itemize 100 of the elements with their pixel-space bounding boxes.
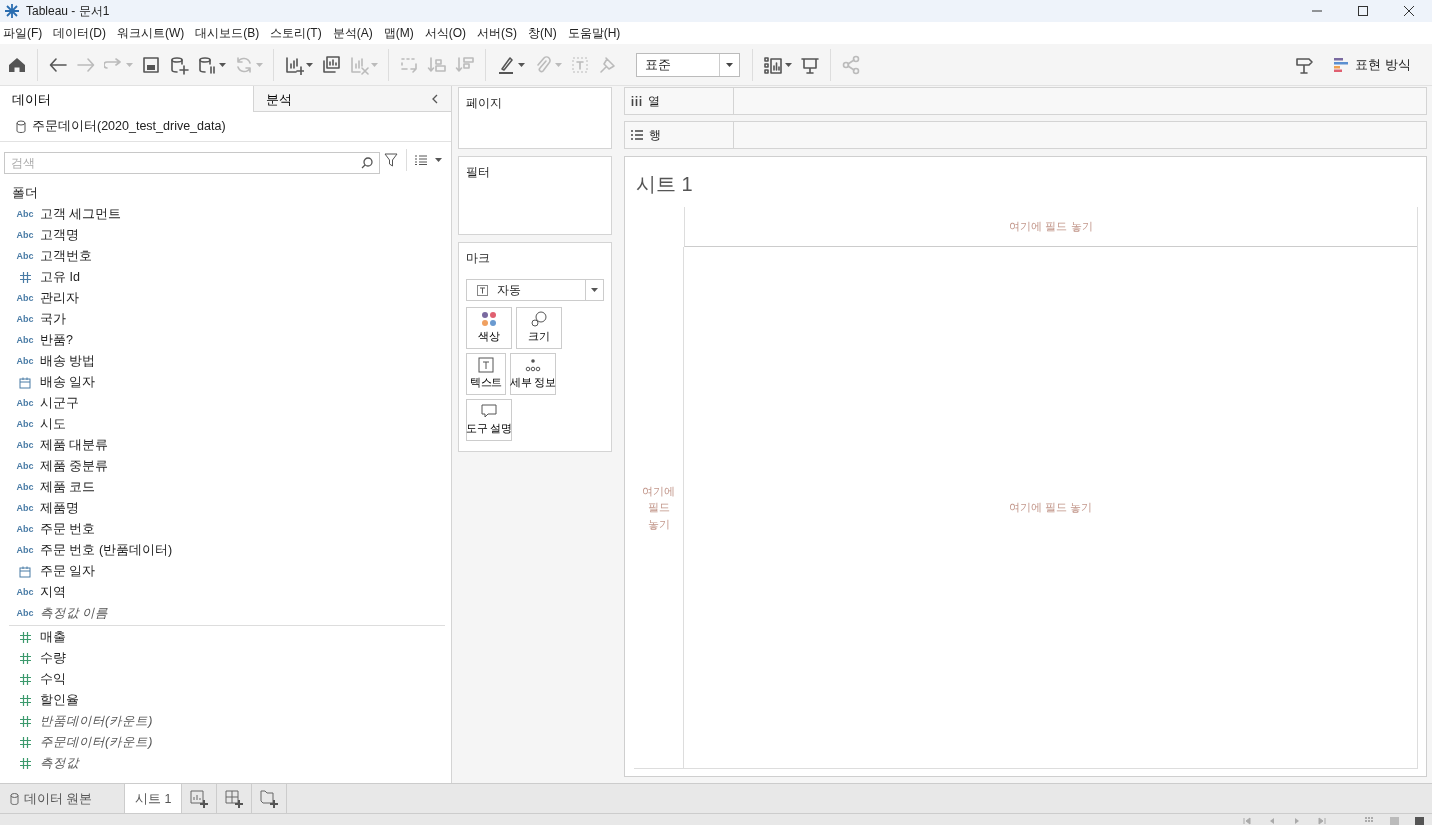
field-label[interactable]: 수량 bbox=[40, 649, 66, 668]
menu-item[interactable]: 워크시트(W) bbox=[114, 24, 193, 42]
field-label[interactable]: 주문 번호 bbox=[40, 520, 96, 539]
mark-property-button[interactable]: 색상 bbox=[466, 307, 512, 349]
card-title: 필터 bbox=[466, 165, 490, 179]
menu-item[interactable]: 파일(F) bbox=[0, 24, 51, 42]
number-type-icon bbox=[19, 758, 31, 769]
data-source-name[interactable]: 주문데이터(2020_test_drive_data) bbox=[32, 117, 226, 136]
menu-item[interactable]: 스토리(T) bbox=[267, 24, 330, 42]
field-label[interactable]: 매출 bbox=[40, 628, 66, 647]
mark-property-button[interactable]: 크기 bbox=[516, 307, 562, 349]
search-icon bbox=[361, 157, 373, 169]
database-icon bbox=[16, 119, 26, 134]
close-icon[interactable] bbox=[1403, 5, 1415, 17]
field-label[interactable]: 제품 대분류 bbox=[40, 436, 109, 455]
pen-icon bbox=[496, 54, 516, 75]
field-label[interactable]: 반품? bbox=[40, 331, 73, 350]
number-type-icon bbox=[19, 674, 31, 685]
field-label[interactable]: 고유 Id bbox=[40, 268, 80, 287]
mark-size-select[interactable]: 표준 bbox=[636, 52, 740, 77]
chart-plus-icon bbox=[284, 54, 304, 75]
type-label: Abc bbox=[16, 417, 34, 431]
sort-descending-icon bbox=[455, 54, 475, 75]
field-label[interactable]: 측정값 bbox=[40, 754, 79, 773]
field-label[interactable]: 지역 bbox=[40, 583, 66, 602]
folder-label: 폴더 bbox=[12, 185, 38, 203]
menu-item[interactable]: 분석(A) bbox=[329, 24, 381, 42]
field-label[interactable]: 할인율 bbox=[40, 691, 79, 710]
number-type-icon bbox=[19, 632, 31, 643]
tableau-logo-icon bbox=[4, 3, 20, 19]
number-type-icon bbox=[19, 716, 31, 727]
caret-icon bbox=[785, 62, 792, 67]
field-label[interactable]: 시군구 bbox=[40, 394, 79, 413]
new-dashboard-icon bbox=[225, 790, 244, 808]
detail-dots-icon bbox=[525, 357, 541, 374]
menu-item[interactable]: 창(N) bbox=[525, 24, 565, 42]
columns-icon bbox=[631, 96, 642, 106]
window-title: Tableau - 문서1 bbox=[26, 3, 111, 20]
field-label[interactable]: 고객번호 bbox=[40, 247, 92, 266]
field-label[interactable]: 제품 코드 bbox=[40, 478, 96, 497]
maximize-icon[interactable] bbox=[1357, 5, 1369, 17]
menu-item[interactable]: 맵(M) bbox=[380, 24, 422, 42]
type-label: Abc bbox=[16, 543, 34, 557]
caret-icon bbox=[306, 62, 313, 67]
text-mark-icon bbox=[477, 284, 488, 296]
card-title: 페이지 bbox=[466, 96, 502, 110]
menu-item[interactable]: 도움말(H) bbox=[564, 24, 629, 42]
calendar-icon bbox=[19, 565, 31, 578]
type-label: Abc bbox=[16, 606, 34, 620]
type-label: Abc bbox=[16, 333, 34, 347]
menu-item[interactable]: 대시보드(B) bbox=[192, 24, 268, 42]
type-label: Abc bbox=[16, 459, 34, 473]
new-worksheet-icon bbox=[190, 790, 209, 808]
filter-icon[interactable] bbox=[384, 153, 398, 167]
panel-tab[interactable]: 분석 bbox=[253, 86, 451, 112]
field-label[interactable]: 제품명 bbox=[40, 499, 79, 518]
database-pause-icon bbox=[197, 54, 217, 75]
field-label[interactable]: 주문데이터(카운트) bbox=[40, 733, 153, 752]
field-label[interactable]: 고객 세그먼트 bbox=[40, 205, 122, 224]
collapse-icon[interactable] bbox=[431, 94, 439, 104]
mark-property-button[interactable]: 세부 정보 bbox=[510, 353, 556, 395]
field-label[interactable]: 수익 bbox=[40, 670, 66, 689]
menu-item[interactable]: 서식(O) bbox=[421, 24, 474, 42]
mark-property-button[interactable]: 텍스트 bbox=[466, 353, 506, 395]
sheet-tab[interactable]: 시트 1 bbox=[125, 784, 183, 814]
mark-property-button[interactable]: 도구 설명 bbox=[466, 399, 512, 441]
card-title: 마크 bbox=[466, 250, 491, 267]
menu-item[interactable]: 데이터(D) bbox=[50, 24, 114, 42]
share-icon bbox=[841, 54, 861, 75]
field-label[interactable]: 제품 중분류 bbox=[40, 457, 109, 476]
type-label: Abc bbox=[16, 501, 34, 515]
new-story-icon bbox=[260, 790, 279, 808]
field-label[interactable]: 배송 일자 bbox=[40, 373, 96, 392]
database-icon bbox=[10, 793, 19, 805]
text-box-icon bbox=[478, 357, 494, 374]
search-field[interactable]: 검색 bbox=[4, 152, 380, 174]
field-label[interactable]: 반품데이터(카운트) bbox=[40, 712, 153, 731]
field-label[interactable]: 배송 방법 bbox=[40, 352, 96, 371]
field-label[interactable]: 국가 bbox=[40, 310, 66, 329]
mark-type-select[interactable]: 자동 bbox=[466, 279, 604, 301]
shelf-rows[interactable]: 행 bbox=[624, 121, 1427, 149]
field-label[interactable]: 주문 번호 (반품데이터) bbox=[40, 541, 173, 560]
duplicate-chart-icon bbox=[321, 54, 341, 75]
menu-item[interactable]: 서버(S) bbox=[474, 24, 525, 42]
shelf-columns[interactable]: 열 bbox=[624, 87, 1427, 115]
color-dots-icon bbox=[481, 311, 497, 328]
chart-clear-icon bbox=[349, 54, 369, 75]
field-label[interactable]: 관리자 bbox=[40, 289, 79, 308]
type-label: Abc bbox=[16, 228, 34, 242]
caret-icon bbox=[591, 288, 598, 292]
list-view-icon bbox=[415, 155, 427, 165]
field-label[interactable]: 시도 bbox=[40, 415, 66, 434]
caret-icon bbox=[256, 62, 263, 67]
field-label[interactable]: 고객명 bbox=[40, 226, 79, 245]
field-label[interactable]: 측정값 이름 bbox=[40, 604, 109, 623]
caret-icon bbox=[219, 62, 226, 67]
show-me-button[interactable]: 표현 방식 bbox=[1330, 48, 1415, 81]
number-type-icon bbox=[19, 737, 31, 748]
field-label[interactable]: 주문 일자 bbox=[40, 562, 96, 581]
number-type-icon bbox=[19, 653, 31, 664]
